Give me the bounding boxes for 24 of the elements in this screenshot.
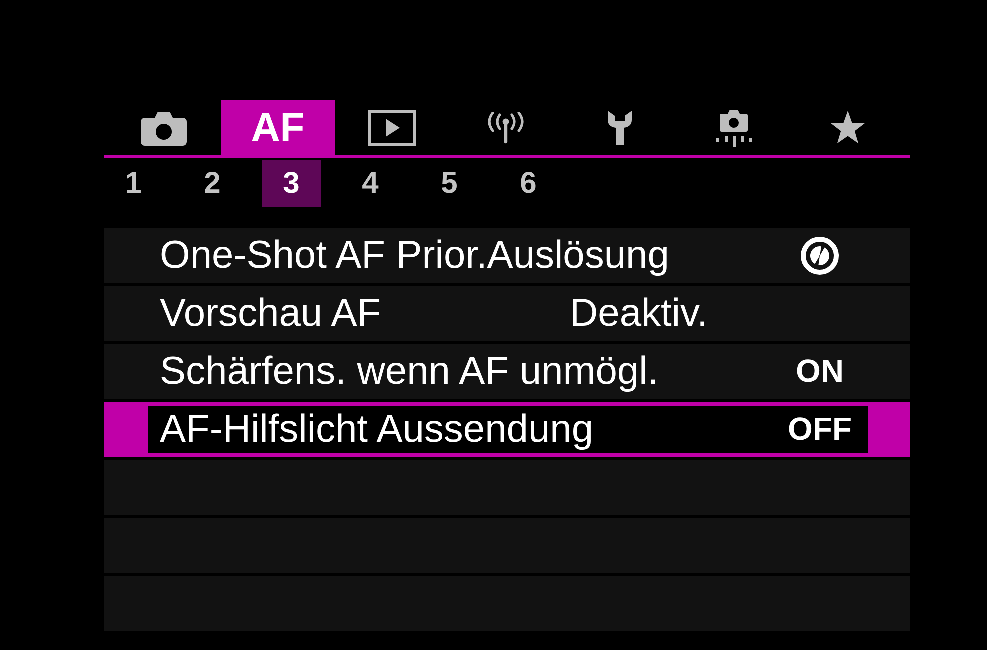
- camera-icon: [141, 110, 187, 146]
- page-tab[interactable]: 6: [499, 160, 558, 207]
- play-icon: [368, 110, 416, 146]
- menu-row[interactable]: One-Shot AF Prior.Auslösung: [104, 228, 910, 283]
- menu-row[interactable]: AF-Hilfslicht Aussendung OFF: [104, 402, 910, 457]
- star-icon: [829, 110, 867, 145]
- page-tab[interactable]: 2: [183, 160, 242, 207]
- menu-tab[interactable]: AF: [221, 100, 335, 155]
- menu-row[interactable]: Schärfens. wenn AF unmögl. ON: [104, 344, 910, 399]
- camera-icon: [713, 108, 755, 146]
- setting-value: OFF: [788, 411, 852, 448]
- setting-label: Vorschau AF: [160, 290, 382, 336]
- setting-value: ON: [796, 353, 844, 390]
- wrench-icon: [605, 110, 635, 146]
- setting-label: One-Shot AF Prior.Auslösung: [160, 232, 670, 278]
- page-tab[interactable]: 5: [420, 160, 479, 207]
- page-tab[interactable]: 4: [341, 160, 400, 207]
- setting-value: Deaktiv.: [570, 290, 709, 336]
- page-tab[interactable]: 3: [262, 160, 321, 207]
- setting-label: Schärfens. wenn AF unmögl.: [160, 348, 660, 394]
- menu-row[interactable]: Vorschau AF Deaktiv.: [104, 286, 910, 341]
- setting-label: AF-Hilfslicht Aussendung: [160, 406, 595, 452]
- ring-icon: [800, 236, 840, 276]
- page-tab[interactable]: 1: [104, 160, 163, 207]
